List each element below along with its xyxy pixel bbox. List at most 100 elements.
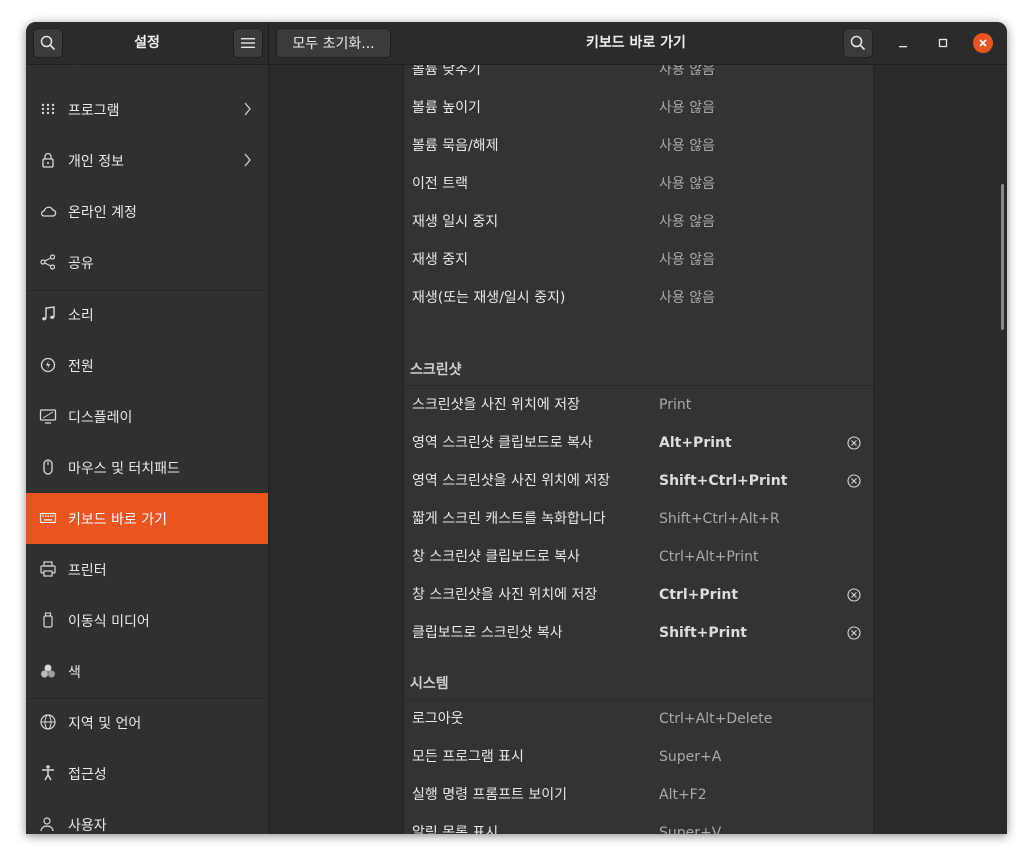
shortcut-row[interactable]: 짧게 스크린 캐스트를 녹화합니다 Shift+Ctrl+Alt+R: [404, 500, 873, 538]
shortcut-row[interactable]: 재생(또는 재생/일시 중지) 사용 않음: [404, 279, 873, 317]
sidebar-item-label: 키보드 바로 가기: [68, 511, 168, 528]
sidebar-item-region-language[interactable]: 지역 및 언어: [26, 697, 268, 748]
shortcut-row[interactable]: 모든 프로그램 표시 Super+A: [404, 738, 873, 776]
sidebar-item-sharing[interactable]: 공유: [26, 237, 268, 288]
shortcut-row[interactable]: 재생 중지 사용 않음: [404, 241, 873, 279]
shortcut-row[interactable]: 볼륨 낮추기 사용 않음: [404, 65, 873, 89]
shortcut-row[interactable]: 창 스크린샷 클립보드로 복사 Ctrl+Alt+Print: [404, 538, 873, 576]
shortcuts-content: 볼륨 낮추기 사용 않음 볼륨 높이기 사용 않음 볼륨 묵음/해제 사용 않음…: [269, 65, 1007, 834]
shortcut-accel: Super+V: [659, 825, 722, 834]
shortcut-row[interactable]: 재생 일시 중지 사용 않음: [404, 203, 873, 241]
minimize-button[interactable]: [893, 33, 913, 53]
section-title-screenshot: 스크린샷: [410, 362, 462, 378]
shortcut-accel: 사용 않음: [659, 214, 715, 230]
sidebar-item-label: 디스플레이: [68, 409, 133, 426]
content-scrollbar[interactable]: [1001, 184, 1004, 330]
users-icon: [40, 817, 54, 832]
printer-icon: [40, 561, 56, 577]
shortcut-accel: Alt+F2: [659, 787, 707, 803]
sidebar-item-power[interactable]: 전원: [26, 340, 268, 391]
sidebar-item-label: 소리: [68, 307, 94, 324]
maximize-button[interactable]: [933, 33, 953, 53]
reset-shortcut-icon[interactable]: [847, 474, 861, 488]
shortcut-name: 클립보드로 스크린샷 복사: [412, 625, 563, 641]
shortcut-accel: Shift+Ctrl+Alt+R: [659, 511, 780, 527]
shortcut-accel: Alt+Print: [659, 435, 732, 451]
reset-shortcut-icon[interactable]: [847, 626, 861, 640]
sidebar-item-users[interactable]: 사용자: [26, 799, 268, 834]
shortcut-accel: Ctrl+Alt+Delete: [659, 711, 773, 727]
shortcut-name: 창 스크린샷 클립보드로 복사: [412, 549, 580, 565]
reset-all-label: 모두 초기화...: [292, 36, 375, 52]
sidebar-item-label: 배경: [68, 65, 94, 69]
shortcut-name: 스크린샷을 사진 위치에 저장: [412, 397, 580, 413]
music-note-icon: [42, 306, 55, 321]
lock-icon: [42, 152, 54, 168]
sidebar-item-label: 마우스 및 터치패드: [68, 460, 180, 477]
display-icon: [39, 409, 57, 424]
shortcut-row[interactable]: 영역 스크린샷 클립보드로 복사 Alt+Print: [404, 424, 873, 462]
header-bar: 설정 모두 초기화... 키보드 바로 가기: [26, 22, 1007, 65]
cloud-icon: [40, 206, 57, 217]
sidebar-item-removable-media[interactable]: 이동식 미디어: [26, 595, 268, 646]
color-icon: [41, 664, 55, 678]
sidebar-item-label: 사용자: [68, 817, 107, 834]
sidebar-item-printers[interactable]: 프린터: [26, 544, 268, 595]
shortcut-name: 재생 중지: [412, 252, 468, 268]
shortcut-row[interactable]: 창 스크린샷을 사진 위치에 저장 Ctrl+Print: [404, 576, 873, 614]
settings-window: 설정 모두 초기화... 키보드 바로 가기 배경: [26, 22, 1007, 834]
removable-media-icon: [43, 612, 53, 628]
shortcut-name: 로그아웃: [412, 711, 464, 727]
shortcut-name: 볼륨 낮추기: [412, 65, 481, 78]
shortcut-row[interactable]: 볼륨 높이기 사용 않음: [404, 89, 873, 127]
sidebar-item-label: 이동식 미디어: [68, 613, 150, 630]
shortcuts-list: 볼륨 낮추기 사용 않음 볼륨 높이기 사용 않음 볼륨 묵음/해제 사용 않음…: [403, 65, 874, 834]
shortcut-name: 재생(또는 재생/일시 중지): [412, 290, 566, 306]
section-title-system: 시스템: [410, 676, 449, 692]
sidebar-item-color[interactable]: 색: [26, 646, 268, 697]
reset-shortcut-icon[interactable]: [847, 588, 861, 602]
shortcut-accel: Ctrl+Alt+Print: [659, 549, 759, 565]
sidebar-item-label: 프린터: [68, 562, 107, 579]
power-icon: [40, 357, 56, 373]
shortcut-accel: Ctrl+Print: [659, 587, 739, 603]
sidebar-item-privacy[interactable]: 개인 정보: [26, 135, 268, 186]
shortcut-name: 영역 스크린샷을 사진 위치에 저장: [412, 473, 611, 489]
sidebar-item-display[interactable]: 디스플레이: [26, 391, 268, 442]
shortcut-row[interactable]: 이전 트랙 사용 않음: [404, 165, 873, 203]
reset-all-button[interactable]: 모두 초기화...: [276, 28, 391, 58]
header-separator: [268, 22, 269, 64]
apps-grid-icon: [41, 103, 55, 115]
content-search-button[interactable]: [843, 28, 873, 58]
menu-button[interactable]: [233, 28, 263, 58]
shortcut-row[interactable]: 볼륨 묵음/해제 사용 않음: [404, 127, 873, 165]
sidebar-item-apps[interactable]: 프로그램: [26, 84, 268, 135]
close-button[interactable]: [973, 33, 993, 53]
sidebar-item-accessibility[interactable]: 접근성: [26, 748, 268, 799]
shortcut-accel: 사용 않음: [659, 100, 715, 116]
sidebar-search-button[interactable]: [33, 28, 63, 58]
sidebar-item-online-accounts[interactable]: 온라인 계정: [26, 186, 268, 237]
shortcut-row[interactable]: 실행 명령 프롬프트 보이기 Alt+F2: [404, 776, 873, 814]
shortcut-row[interactable]: 로그아웃 Ctrl+Alt+Delete: [404, 700, 873, 738]
shortcut-name: 모든 프로그램 표시: [412, 749, 524, 765]
shortcut-accel: 사용 않음: [659, 138, 715, 154]
shortcut-name: 재생 일시 중지: [412, 214, 499, 230]
shortcut-row[interactable]: 클립보드로 스크린샷 복사 Shift+Print: [404, 614, 873, 652]
chevron-right-icon: [244, 102, 251, 116]
sidebar-item-label: 프로그램: [68, 102, 120, 119]
globe-icon: [40, 714, 56, 730]
sidebar: 배경 프로그램 개인 정보 온라인 계정 공유 소리: [26, 65, 269, 834]
shortcut-accel: Super+A: [659, 749, 722, 765]
shortcut-row[interactable]: 영역 스크린샷을 사진 위치에 저장 Shift+Ctrl+Print: [404, 462, 873, 500]
sidebar-item-keyboard-shortcuts[interactable]: 키보드 바로 가기: [26, 493, 268, 544]
sidebar-item-label: 색: [68, 664, 81, 681]
sidebar-item-background[interactable]: 배경: [26, 65, 268, 84]
shortcut-row[interactable]: 알림 목록 표시 Super+V: [404, 814, 873, 834]
close-icon: [979, 39, 987, 47]
reset-shortcut-icon[interactable]: [847, 436, 861, 450]
sidebar-item-mouse[interactable]: 마우스 및 터치패드: [26, 442, 268, 493]
shortcut-accel: 사용 않음: [659, 290, 715, 306]
sidebar-item-sound[interactable]: 소리: [26, 289, 268, 340]
shortcut-row[interactable]: 스크린샷을 사진 위치에 저장 Print: [404, 386, 873, 424]
